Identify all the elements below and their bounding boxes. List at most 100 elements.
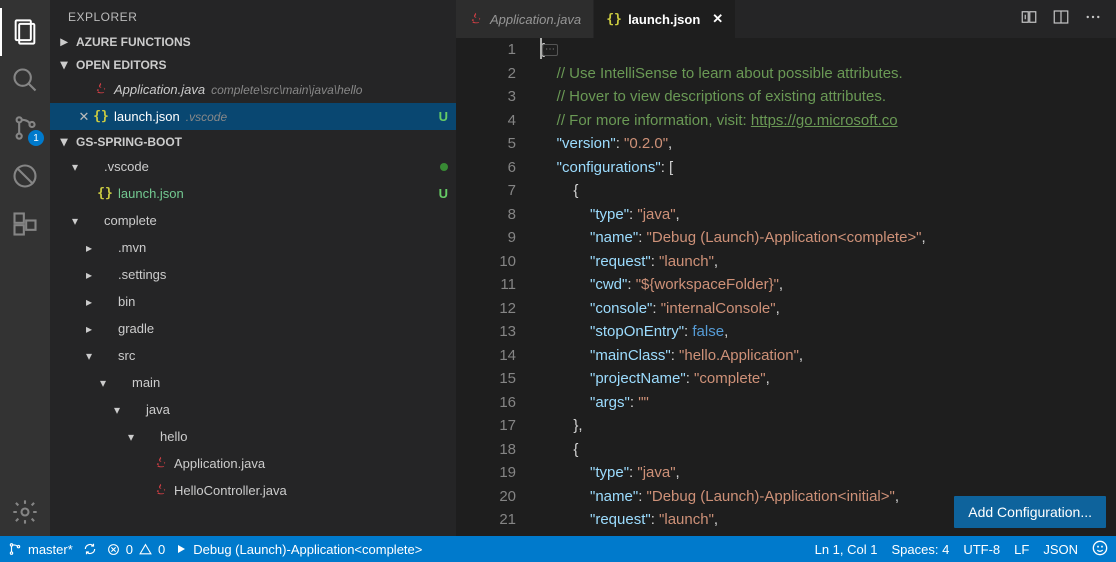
status-bar: master* 0 0 Debug (Launch)-Application<c… xyxy=(0,536,1116,562)
compare-changes-icon[interactable] xyxy=(1020,8,1038,31)
extensions-icon[interactable] xyxy=(0,200,50,248)
status-eol[interactable]: LF xyxy=(1014,542,1029,557)
split-editor-icon[interactable] xyxy=(1052,8,1070,31)
explorer-icon[interactable] xyxy=(0,8,50,56)
tree-item-label: bin xyxy=(118,294,135,309)
tree-item[interactable]: ▾ main xyxy=(50,369,456,396)
status-debug-target[interactable]: Debug (Launch)-Application<complete> xyxy=(175,542,422,557)
tree-item[interactable]: ▾hello xyxy=(50,423,456,450)
line-number: 2 xyxy=(456,62,516,86)
activity-bar: 1 xyxy=(0,0,50,536)
line-number: 17 xyxy=(456,414,516,438)
status-language[interactable]: JSON xyxy=(1043,542,1078,557)
add-configuration-button[interactable]: Add Configuration... xyxy=(954,496,1106,528)
editor-tab[interactable]: Application.java xyxy=(456,0,594,38)
json-file-icon: {} xyxy=(97,186,113,201)
chevron-down-icon: ▾ xyxy=(56,133,72,150)
tab-label: launch.json xyxy=(628,12,700,27)
tree-item-label: hello xyxy=(160,429,187,444)
tree-item-label: launch.json xyxy=(118,186,184,201)
java-file-icon xyxy=(469,11,483,28)
section-open-editors[interactable]: ▾OPEN EDITORS xyxy=(50,53,456,76)
search-icon[interactable] xyxy=(0,56,50,104)
file-label: Application.java xyxy=(114,82,205,97)
chevron-down-icon: ▾ xyxy=(82,349,96,363)
tree-item-label: main xyxy=(132,375,160,390)
tree-item-label: java xyxy=(146,402,170,417)
tab-bar: Application.java {} launch.json ✕ xyxy=(456,0,1116,38)
chevron-right-icon: ▸ xyxy=(82,322,96,336)
line-number: 18 xyxy=(456,438,516,462)
tree-item-label: .mvn xyxy=(118,240,146,255)
line-number: 16 xyxy=(456,391,516,415)
tree-item[interactable]: ▾complete xyxy=(50,207,456,234)
line-number: 3 xyxy=(456,85,516,109)
status-branch[interactable]: master* xyxy=(8,542,73,557)
tree-item[interactable]: ▸bin xyxy=(50,288,456,315)
status-problems[interactable]: 0 0 xyxy=(107,542,165,557)
java-file-icon xyxy=(94,81,108,98)
java-file-icon xyxy=(154,482,168,499)
chevron-down-icon: ▾ xyxy=(68,214,82,228)
tree-item-label: Application.java xyxy=(174,456,265,471)
tree-item-label: src xyxy=(118,348,135,363)
tree-item[interactable]: ▾.vscode xyxy=(50,153,456,180)
line-number: 11 xyxy=(456,273,516,297)
settings-gear-icon[interactable] xyxy=(0,488,50,536)
tree-item[interactable]: HelloController.java xyxy=(50,477,456,504)
line-number: 6 xyxy=(456,156,516,180)
status-sync[interactable] xyxy=(83,542,97,556)
section-azure-functions[interactable]: ▸AZURE FUNCTIONS xyxy=(50,30,456,53)
chevron-right-icon: ▸ xyxy=(56,33,72,50)
debug-icon[interactable] xyxy=(0,152,50,200)
line-number: 4 xyxy=(456,109,516,133)
file-path-hint: complete\src\main\java\hello xyxy=(211,83,362,97)
chevron-down-icon: ▾ xyxy=(56,56,72,73)
tree-item[interactable]: Application.java xyxy=(50,450,456,477)
close-icon[interactable]: ✕ xyxy=(712,11,723,27)
more-icon[interactable] xyxy=(1084,8,1102,31)
feedback-smiley-icon[interactable] xyxy=(1092,540,1108,559)
tree-item[interactable]: ▾ src xyxy=(50,342,456,369)
sidebar-title: EXPLORER xyxy=(50,0,456,30)
json-file-icon: {} xyxy=(93,109,109,124)
tree-item[interactable]: ▸.settings xyxy=(50,261,456,288)
scm-badge: 1 xyxy=(28,130,44,146)
code-editor[interactable]: 123456789101112131415161718192021 {⋯ // … xyxy=(456,38,1116,536)
source-control-icon[interactable]: 1 xyxy=(0,104,50,152)
tree-item[interactable]: ▸ .mvn xyxy=(50,234,456,261)
git-status-badge: U xyxy=(439,186,448,201)
tree-item[interactable]: ▾ java xyxy=(50,396,456,423)
line-number: 8 xyxy=(456,203,516,227)
line-number: 7 xyxy=(456,179,516,203)
section-project[interactable]: ▾GS-SPRING-BOOT xyxy=(50,130,456,153)
tree-item-label: HelloController.java xyxy=(174,483,287,498)
chevron-down-icon: ▾ xyxy=(110,403,124,417)
tree-item-label: .vscode xyxy=(104,159,149,174)
explorer-sidebar: EXPLORER ▸AZURE FUNCTIONS ▾OPEN EDITORS … xyxy=(50,0,456,536)
close-icon[interactable]: ✕ xyxy=(76,109,92,125)
json-file-icon: {} xyxy=(606,12,622,27)
open-editor-item[interactable]: ✕{}launch.json.vscodeU xyxy=(50,103,456,130)
line-number: 14 xyxy=(456,344,516,368)
tree-item-label: gradle xyxy=(118,321,154,336)
line-number: 5 xyxy=(456,132,516,156)
open-editor-item[interactable]: Application.java complete\src\main\java\h… xyxy=(50,76,456,103)
git-status-badge: U xyxy=(439,109,448,124)
tab-label: Application.java xyxy=(490,12,581,27)
status-encoding[interactable]: UTF-8 xyxy=(963,542,1000,557)
chevron-down-icon: ▾ xyxy=(96,376,110,390)
chevron-right-icon: ▸ xyxy=(82,241,96,255)
tree-item[interactable]: {} launch.json U xyxy=(50,180,456,207)
file-label: launch.json xyxy=(114,109,180,124)
line-number: 15 xyxy=(456,367,516,391)
tree-item[interactable]: ▸ gradle xyxy=(50,315,456,342)
status-cursor-pos[interactable]: Ln 1, Col 1 xyxy=(815,542,878,557)
line-number: 1 xyxy=(456,38,516,62)
line-number: 9 xyxy=(456,226,516,250)
modified-dot-icon xyxy=(440,163,448,171)
line-number-gutter: 123456789101112131415161718192021 xyxy=(456,38,540,536)
editor-area: Application.java {} launch.json ✕ 123456789… xyxy=(456,0,1116,536)
status-indent[interactable]: Spaces: 4 xyxy=(891,542,949,557)
editor-tab[interactable]: {} launch.json ✕ xyxy=(594,0,736,38)
